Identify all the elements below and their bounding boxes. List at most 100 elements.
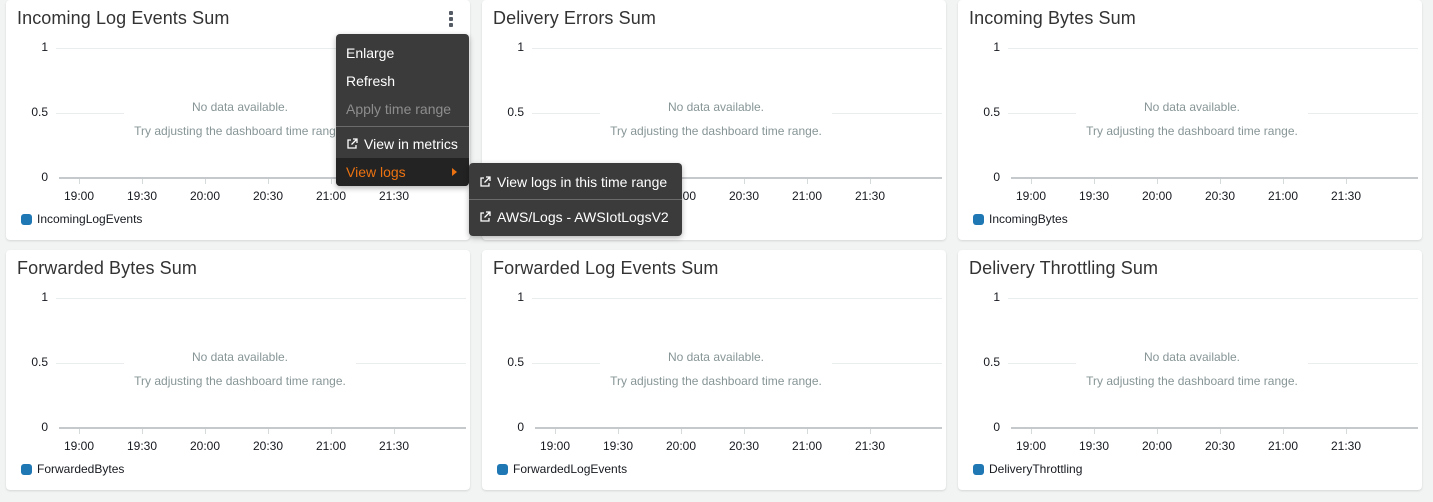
x-tick-mark <box>807 179 808 184</box>
x-tick-label: 19:00 <box>63 189 95 203</box>
gridline <box>532 48 942 49</box>
metric-widget: Incoming Bytes Sum 1 0.5 0 19:00 19:30 20:00 20… <box>958 0 1422 240</box>
external-link-icon <box>480 211 491 222</box>
x-tick-mark <box>268 429 269 434</box>
gridline <box>1008 298 1418 299</box>
x-tick-label: 20:30 <box>728 189 760 203</box>
x-tick-label: 19:00 <box>63 439 95 453</box>
x-tick-label: 21:00 <box>1267 439 1299 453</box>
x-tick-mark <box>331 429 332 434</box>
y-tick-label: 0 <box>41 170 48 184</box>
y-tick-label: 1 <box>993 40 1000 54</box>
gridline <box>532 298 942 299</box>
x-tick-label: 20:00 <box>189 189 221 203</box>
x-tick-mark <box>1094 179 1095 184</box>
y-tick-label: 1 <box>993 290 1000 304</box>
submenu-item-aws-logs-group[interactable]: AWS/Logs - AWSIotLogsV2 <box>469 202 682 232</box>
x-tick-mark <box>79 429 80 434</box>
x-tick-label: 21:30 <box>1330 439 1362 453</box>
x-tick-label: 19:00 <box>539 439 571 453</box>
x-tick-label: 20:00 <box>189 439 221 453</box>
x-tick-mark <box>331 179 332 184</box>
legend-label: DeliveryThrottling <box>989 462 1083 476</box>
x-tick-label: 19:30 <box>602 439 634 453</box>
widget-title: Forwarded Log Events Sum <box>493 258 719 278</box>
no-data-hint: Try adjusting the dashboard time range. <box>1086 124 1298 138</box>
legend-swatch-icon <box>973 463 984 475</box>
x-tick-mark <box>870 179 871 184</box>
x-tick-mark <box>618 429 619 434</box>
x-tick-mark <box>681 429 682 434</box>
x-axis-line <box>1011 427 1418 429</box>
legend-label: ForwardedBytes <box>37 462 125 476</box>
x-tick-mark <box>870 429 871 434</box>
widget-title: Forwarded Bytes Sum <box>17 258 197 278</box>
x-tick-mark <box>555 429 556 434</box>
menu-item-view-logs[interactable]: View logs <box>336 158 469 186</box>
view-logs-submenu: View logs in this time range AWS/Logs - … <box>469 163 682 236</box>
menu-item-view-in-metrics[interactable]: View in metrics <box>336 130 469 158</box>
x-tick-label: 20:00 <box>1141 439 1173 453</box>
submenu-item-label: View logs in this time range <box>497 174 668 190</box>
x-axis-line <box>535 427 942 429</box>
x-axis-line <box>59 427 466 429</box>
y-tick-label: 0.5 <box>31 105 48 119</box>
legend-item[interactable]: ForwardedBytes <box>21 462 124 476</box>
x-tick-label: 19:30 <box>126 189 158 203</box>
x-tick-label: 19:30 <box>126 439 158 453</box>
submenu-item-label: AWS/Logs - AWSIotLogsV2 <box>497 209 669 225</box>
legend-item[interactable]: IncomingLogEvents <box>21 212 142 226</box>
y-tick-label: 0 <box>993 170 1000 184</box>
x-tick-label: 21:00 <box>315 189 347 203</box>
no-data-message: No data available. <box>1143 100 1241 114</box>
no-data-message: No data available. <box>191 350 289 364</box>
menu-item-apply-time-range: Apply time range <box>346 101 452 117</box>
legend-swatch-icon <box>21 463 32 475</box>
no-data-hint: Try adjusting the dashboard time range. <box>1086 374 1298 388</box>
widget-title: Delivery Throttling Sum <box>969 258 1159 278</box>
x-axis-line <box>1011 177 1418 179</box>
legend-item[interactable]: IncomingBytes <box>973 212 1068 226</box>
x-tick-label: 21:30 <box>854 189 886 203</box>
x-tick-mark <box>205 429 206 434</box>
y-tick-label: 1 <box>517 40 524 54</box>
legend-label: ForwardedLogEvents <box>513 462 628 476</box>
y-tick-label: 1 <box>41 290 48 304</box>
menu-separator <box>336 126 469 127</box>
no-data-message: No data available. <box>667 350 765 364</box>
legend-swatch-icon <box>497 463 508 475</box>
x-tick-mark <box>807 429 808 434</box>
widget-title: Incoming Log Events Sum <box>17 8 230 28</box>
y-tick-label: 0 <box>41 420 48 434</box>
gridline <box>56 298 466 299</box>
widget-actions-menu-button[interactable] <box>448 11 454 27</box>
x-tick-mark <box>1031 429 1032 434</box>
widget-title: Incoming Bytes Sum <box>969 8 1136 28</box>
x-tick-label: 21:30 <box>378 439 410 453</box>
x-tick-label: 19:30 <box>1078 439 1110 453</box>
x-tick-label: 19:00 <box>1015 189 1047 203</box>
menu-item-refresh[interactable]: Refresh <box>336 67 469 95</box>
legend-item[interactable]: ForwardedLogEvents <box>497 462 627 476</box>
y-tick-label: 0.5 <box>983 355 1000 369</box>
no-data-message: No data available. <box>1143 350 1241 364</box>
kebab-dot-icon <box>449 23 453 27</box>
x-tick-label: 21:30 <box>1330 189 1362 203</box>
x-tick-mark <box>1346 429 1347 434</box>
x-tick-label: 20:30 <box>1204 189 1236 203</box>
legend-label: IncomingBytes <box>989 212 1068 226</box>
x-tick-mark <box>1031 179 1032 184</box>
menu-item-enlarge[interactable]: Enlarge <box>336 39 469 67</box>
x-tick-mark <box>1157 179 1158 184</box>
metric-widget: Forwarded Log Events Sum 1 0.5 0 19:00 19:30 2… <box>482 250 946 490</box>
legend-item[interactable]: DeliveryThrottling <box>973 462 1082 476</box>
x-tick-mark <box>744 429 745 434</box>
submenu-item-view-logs-time-range[interactable]: View logs in this time range <box>469 167 682 197</box>
y-tick-label: 0.5 <box>507 105 524 119</box>
kebab-dot-icon <box>449 11 453 15</box>
metric-widget: Delivery Throttling Sum 1 0.5 0 19:00 19:30 20… <box>958 250 1422 490</box>
x-tick-label: 19:30 <box>1078 189 1110 203</box>
widget-context-menu: Enlarge Refresh Apply time range View in… <box>336 34 469 186</box>
no-data-message: No data available. <box>667 100 765 114</box>
no-data-hint: Try adjusting the dashboard time range. <box>134 374 346 388</box>
